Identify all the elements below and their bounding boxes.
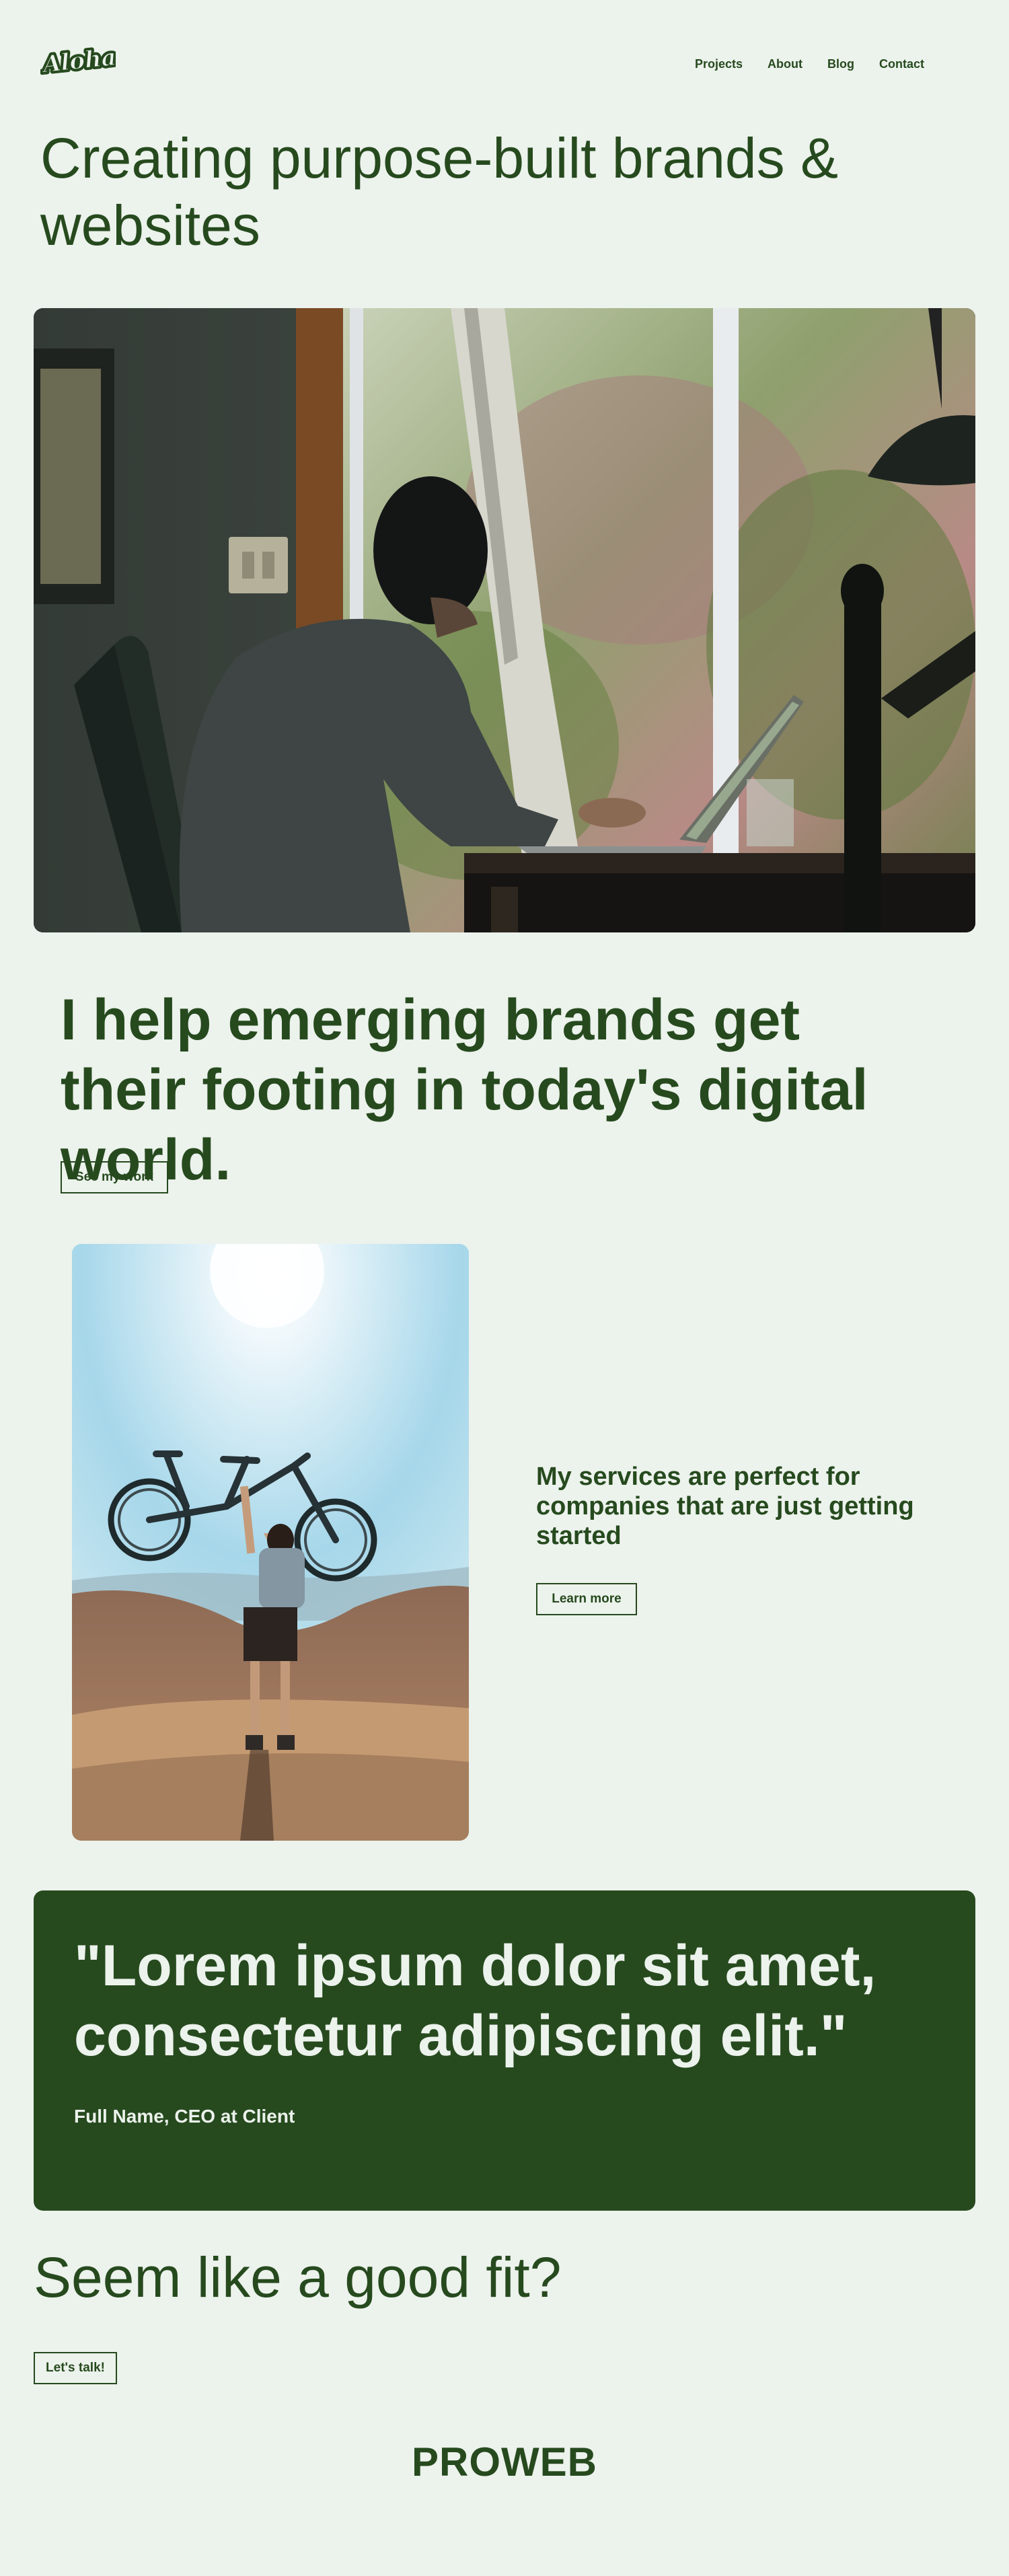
hero-photo — [34, 308, 975, 932]
nav-link-blog[interactable]: Blog — [827, 54, 854, 74]
testimonial-card: "Lorem ipsum dolor sit amet, consectetur… — [34, 1890, 975, 2211]
learn-more-button[interactable]: Learn more — [536, 1583, 637, 1615]
bike-photo-image — [72, 1244, 469, 1841]
services-text: My services are perfect for companies th… — [536, 1463, 914, 1550]
see-my-work-button[interactable]: See my work — [61, 1161, 168, 1193]
contact-heading: Seem like a good fit? — [34, 2246, 562, 2309]
intro-heading: I help emerging brands get their footing… — [61, 988, 868, 1192]
footer-brand: PROWEB — [412, 2439, 597, 2485]
nav-link-contact[interactable]: Contact — [879, 54, 924, 74]
nav-link-about[interactable]: About — [768, 54, 802, 74]
nav-link-projects[interactable]: Projects — [695, 54, 743, 74]
bike-photo — [72, 1244, 469, 1841]
hero-photo-image — [34, 308, 975, 932]
main-nav: Projects About Blog Contact — [0, 54, 1009, 74]
testimonial-author: Full Name, CEO at Client — [74, 2106, 295, 2127]
testimonial-quote: "Lorem ipsum dolor sit amet, consectetur… — [74, 1934, 876, 2068]
lets-talk-button[interactable]: Let's talk! — [34, 2352, 117, 2384]
hero-title: Creating purpose-built brands & websites — [40, 126, 839, 257]
